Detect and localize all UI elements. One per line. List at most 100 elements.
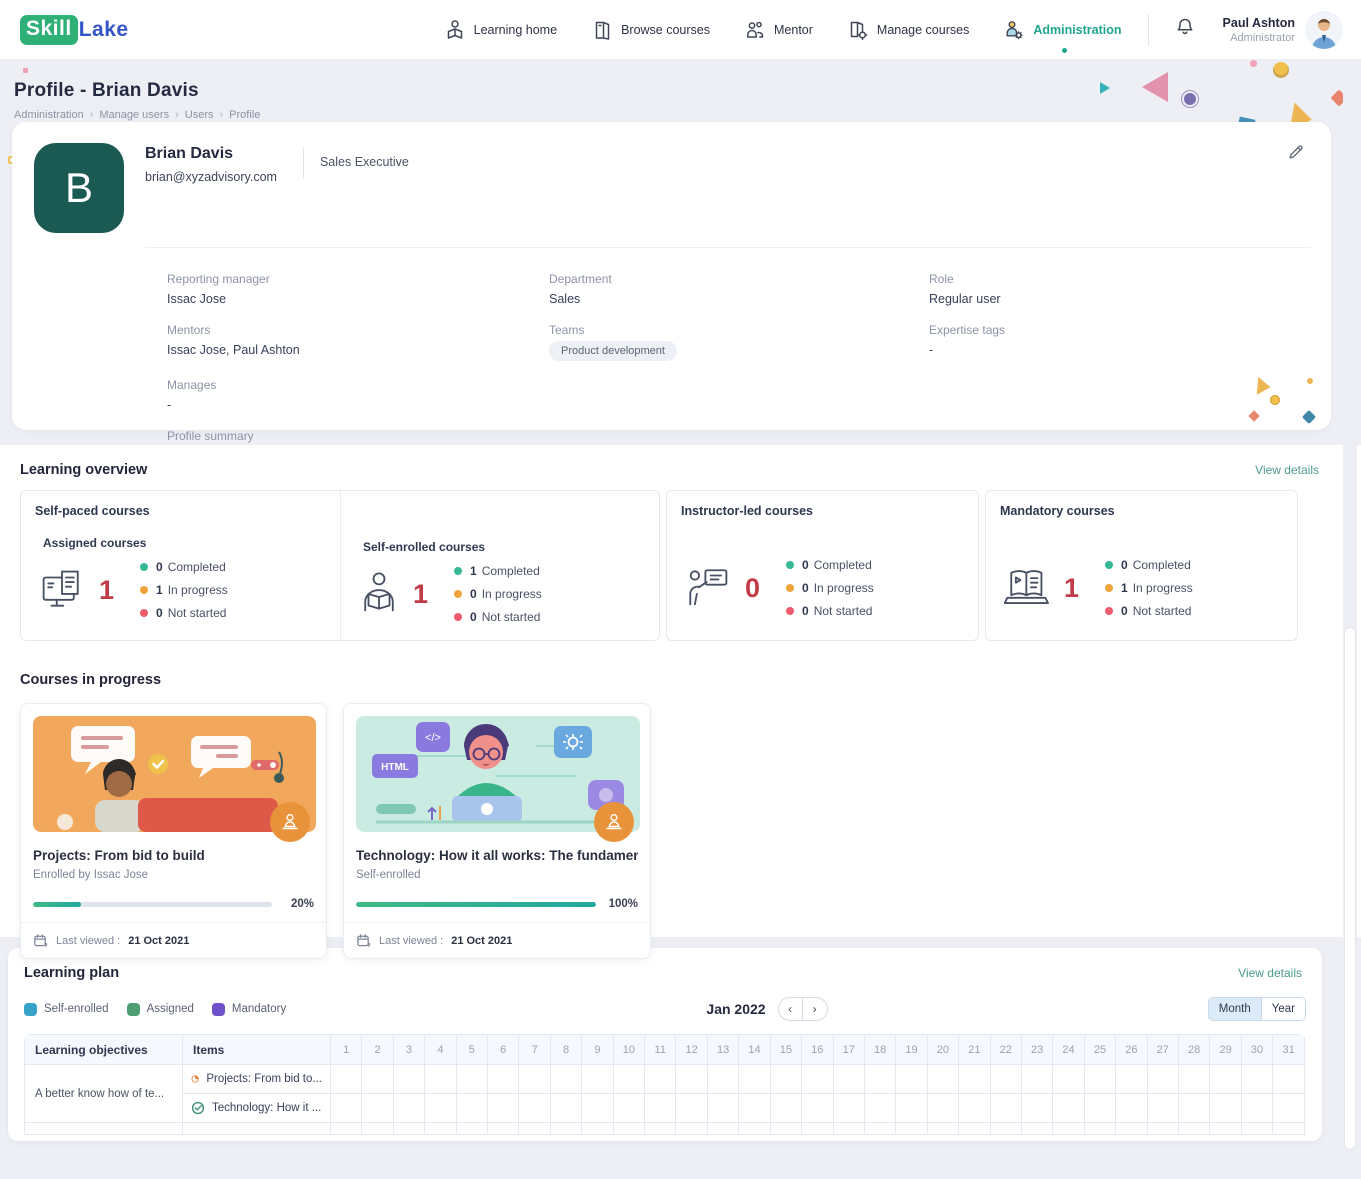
page-scrollbar-track[interactable] (1343, 60, 1357, 1179)
learning-objective-cell: A better know how of te... (25, 1065, 183, 1123)
skilllake-logo[interactable]: Skill Lake (20, 15, 129, 45)
day-cell (959, 1123, 990, 1135)
logo-lake: Lake (79, 18, 129, 42)
day-header-30: 30 (1241, 1035, 1272, 1065)
learning-overview-header: Learning overview View details (0, 462, 1361, 478)
mandatory-title: Mandatory courses (1000, 504, 1283, 518)
day-cell (488, 1123, 519, 1135)
stat-not-started: 0Not started (454, 610, 542, 624)
nav-administration[interactable]: Administration (1003, 13, 1121, 47)
day-cell (1021, 1065, 1052, 1094)
day-header-19: 19 (896, 1035, 927, 1065)
completed-dot (454, 567, 462, 575)
day-cell (990, 1065, 1021, 1094)
learning-plan-view-details[interactable]: View details (1238, 966, 1302, 980)
user-name: Paul Ashton (1223, 16, 1295, 30)
assigned-courses-icon (39, 567, 85, 614)
legend-mandatory: Mandatory (212, 1003, 286, 1016)
instructor-led-title: Instructor-led courses (681, 504, 964, 518)
day-cell (331, 1123, 362, 1135)
year-toggle-button[interactable]: Year (1261, 998, 1305, 1020)
team-chip: Product development (549, 341, 677, 361)
day-header-4: 4 (425, 1035, 456, 1065)
course-image: </> HTML (356, 716, 638, 832)
progress-fill (356, 902, 596, 907)
not-started-dot (786, 607, 794, 615)
breadcrumb-administration[interactable]: Administration (14, 109, 84, 121)
course-image (33, 716, 314, 832)
breadcrumb-profile: Profile (229, 109, 260, 121)
self-enrolled-courses-count: 1 (413, 579, 428, 610)
plan-item-cell: Projects: From bid to... (183, 1065, 331, 1094)
nav-browse-courses[interactable]: Browse courses (591, 13, 710, 47)
day-cell (456, 1065, 487, 1094)
plan-item-label: Projects: From bid to... (206, 1073, 322, 1085)
objectives-column-header: Learning objectives (25, 1035, 183, 1065)
stat-in-progress: 0In progress (454, 587, 542, 601)
day-cell (707, 1094, 738, 1123)
user-avatar[interactable] (1305, 11, 1343, 49)
last-viewed-label: Last viewed : (379, 935, 443, 947)
period-selector: Jan 2022 ‹ › (666, 997, 827, 1021)
day-cell (927, 1123, 958, 1135)
assigned-courses-stats: 0Completed 1In progress 0Not started (140, 560, 228, 620)
month-toggle-button[interactable]: Month (1209, 998, 1261, 1020)
course-enrollment: Enrolled by Issac Jose (33, 869, 314, 881)
day-cell (1021, 1123, 1052, 1135)
completed-dot (140, 563, 148, 571)
day-header-1: 1 (331, 1035, 362, 1065)
day-cell (550, 1123, 581, 1135)
next-period-button[interactable]: › (803, 997, 828, 1021)
day-cell (1084, 1094, 1115, 1123)
day-cell (425, 1065, 456, 1094)
notifications-button[interactable] (1173, 15, 1197, 44)
day-cell (1116, 1094, 1147, 1123)
day-header-22: 22 (990, 1035, 1021, 1065)
course-card-projects[interactable]: Projects: From bid to build Enrolled by … (20, 703, 327, 959)
previous-period-button[interactable]: ‹ (778, 997, 803, 1021)
stat-not-started: 0Not started (786, 604, 874, 618)
not-started-dot (1105, 607, 1113, 615)
browse-courses-icon (591, 19, 613, 41)
view-toggle: Month Year (1208, 997, 1306, 1021)
course-progress: 20% (33, 898, 314, 910)
learning-overview-cards: Self-paced courses Assigned courses 1 0C… (0, 490, 1361, 641)
nav-manage-courses[interactable]: Manage courses (847, 13, 969, 47)
nav-learning-home[interactable]: Learning home (444, 13, 557, 47)
courses-in-progress-cards: Projects: From bid to build Enrolled by … (0, 703, 1361, 959)
day-cell (331, 1065, 362, 1094)
day-header-31: 31 (1273, 1035, 1305, 1065)
day-cell (707, 1065, 738, 1094)
day-cell (770, 1065, 801, 1094)
field-profile-summary: Profile summary (167, 429, 549, 443)
day-header-5: 5 (456, 1035, 487, 1065)
items-column-header: Items (183, 1035, 331, 1065)
learning-overview-view-details[interactable]: View details (1255, 463, 1319, 477)
profile-designation: Sales Executive (320, 155, 409, 169)
breadcrumb-users[interactable]: Users (185, 109, 214, 121)
breadcrumb-manage-users[interactable]: Manage users (99, 109, 169, 121)
day-cell (582, 1123, 613, 1135)
page-scrollbar-thumb[interactable] (1344, 627, 1356, 1150)
day-cell (676, 1094, 707, 1123)
progress-label: 20% (282, 898, 314, 910)
day-cell (1147, 1123, 1178, 1135)
nav-mentor[interactable]: Mentor (744, 13, 813, 47)
edit-profile-button[interactable] (1287, 143, 1305, 166)
day-cell (1084, 1065, 1115, 1094)
day-cell (1273, 1123, 1305, 1135)
user-menu[interactable]: Paul Ashton Administrator (1223, 11, 1343, 49)
day-cell (1210, 1065, 1241, 1094)
day-header-12: 12 (676, 1035, 707, 1065)
profile-initial-avatar: B (34, 143, 124, 233)
course-card-technology[interactable]: </> HTML (343, 703, 651, 959)
day-cell (613, 1123, 644, 1135)
user-role: Administrator (1223, 32, 1295, 44)
instructor-led-courses-stats: 0Completed 0In progress 0Not started (786, 558, 874, 618)
day-cell (519, 1065, 550, 1094)
day-cell (770, 1094, 801, 1123)
day-cell (833, 1065, 864, 1094)
plan-header-row: Learning objectives Items 12345678910111… (25, 1035, 1305, 1065)
day-cell (362, 1123, 393, 1135)
day-header-14: 14 (739, 1035, 770, 1065)
